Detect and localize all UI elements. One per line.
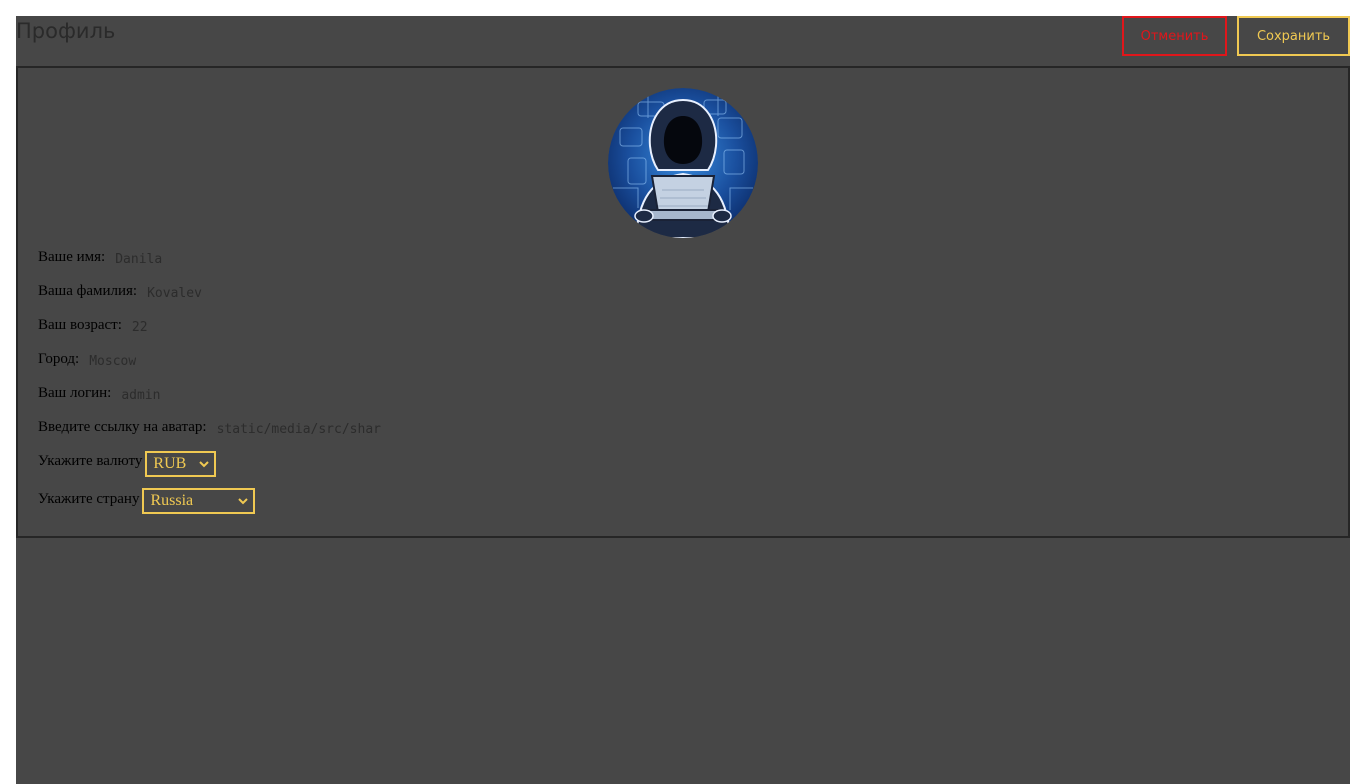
- save-button[interactable]: Сохранить: [1237, 16, 1350, 56]
- currency-select[interactable]: RUB: [145, 451, 217, 477]
- last-name-row: Ваша фамилия: Kovalev: [38, 282, 202, 308]
- login-row: Ваш логин: admin: [38, 384, 160, 410]
- avatar-link-row: Введите ссылку на аватар: static/media/s…: [38, 418, 397, 444]
- chevron-down-icon: [199, 461, 210, 468]
- last-name-field[interactable]: Kovalev: [147, 285, 202, 303]
- first-name-row: Ваше имя: Danila: [38, 248, 162, 274]
- first-name-label: Ваше имя:: [38, 249, 106, 265]
- page-title: Профиль: [16, 19, 116, 43]
- currency-row: Укажите валюту RUB: [38, 451, 217, 478]
- last-name-label: Ваша фамилия:: [38, 283, 138, 299]
- avatar-link-label: Введите ссылку на аватар:: [38, 419, 207, 435]
- avatar: [608, 88, 758, 238]
- age-field[interactable]: 22: [132, 319, 148, 337]
- country-label: Укажите страну: [38, 491, 140, 507]
- profile-page: Профиль Отменить Сохранить Ваше имя: Dan…: [16, 16, 1350, 784]
- hooded-hacker-avatar-icon: [608, 88, 758, 238]
- login-label: Ваш логин:: [38, 385, 112, 401]
- currency-label: Укажите валюту: [38, 453, 143, 469]
- currency-selected-value: RUB: [153, 455, 187, 472]
- first-name-field[interactable]: Danila: [115, 251, 162, 269]
- chevron-down-icon: [238, 498, 249, 505]
- cancel-button[interactable]: Отменить: [1122, 16, 1227, 56]
- login-field[interactable]: admin: [121, 387, 160, 405]
- city-row: Город: Moscow: [38, 350, 136, 376]
- age-row: Ваш возраст: 22: [38, 316, 148, 342]
- avatar-link-field[interactable]: static/media/src/shar: [217, 421, 397, 439]
- city-field[interactable]: Moscow: [89, 353, 136, 371]
- country-select[interactable]: Russia: [142, 488, 256, 514]
- country-row: Укажите страну Russia: [38, 488, 256, 516]
- city-label: Город:: [38, 351, 80, 367]
- page-header: Профиль Отменить Сохранить: [16, 16, 1350, 64]
- age-label: Ваш возраст:: [38, 317, 122, 333]
- profile-card: Ваше имя: Danila Ваша фамилия: Kovalev В…: [16, 66, 1350, 538]
- country-selected-value: Russia: [150, 492, 194, 509]
